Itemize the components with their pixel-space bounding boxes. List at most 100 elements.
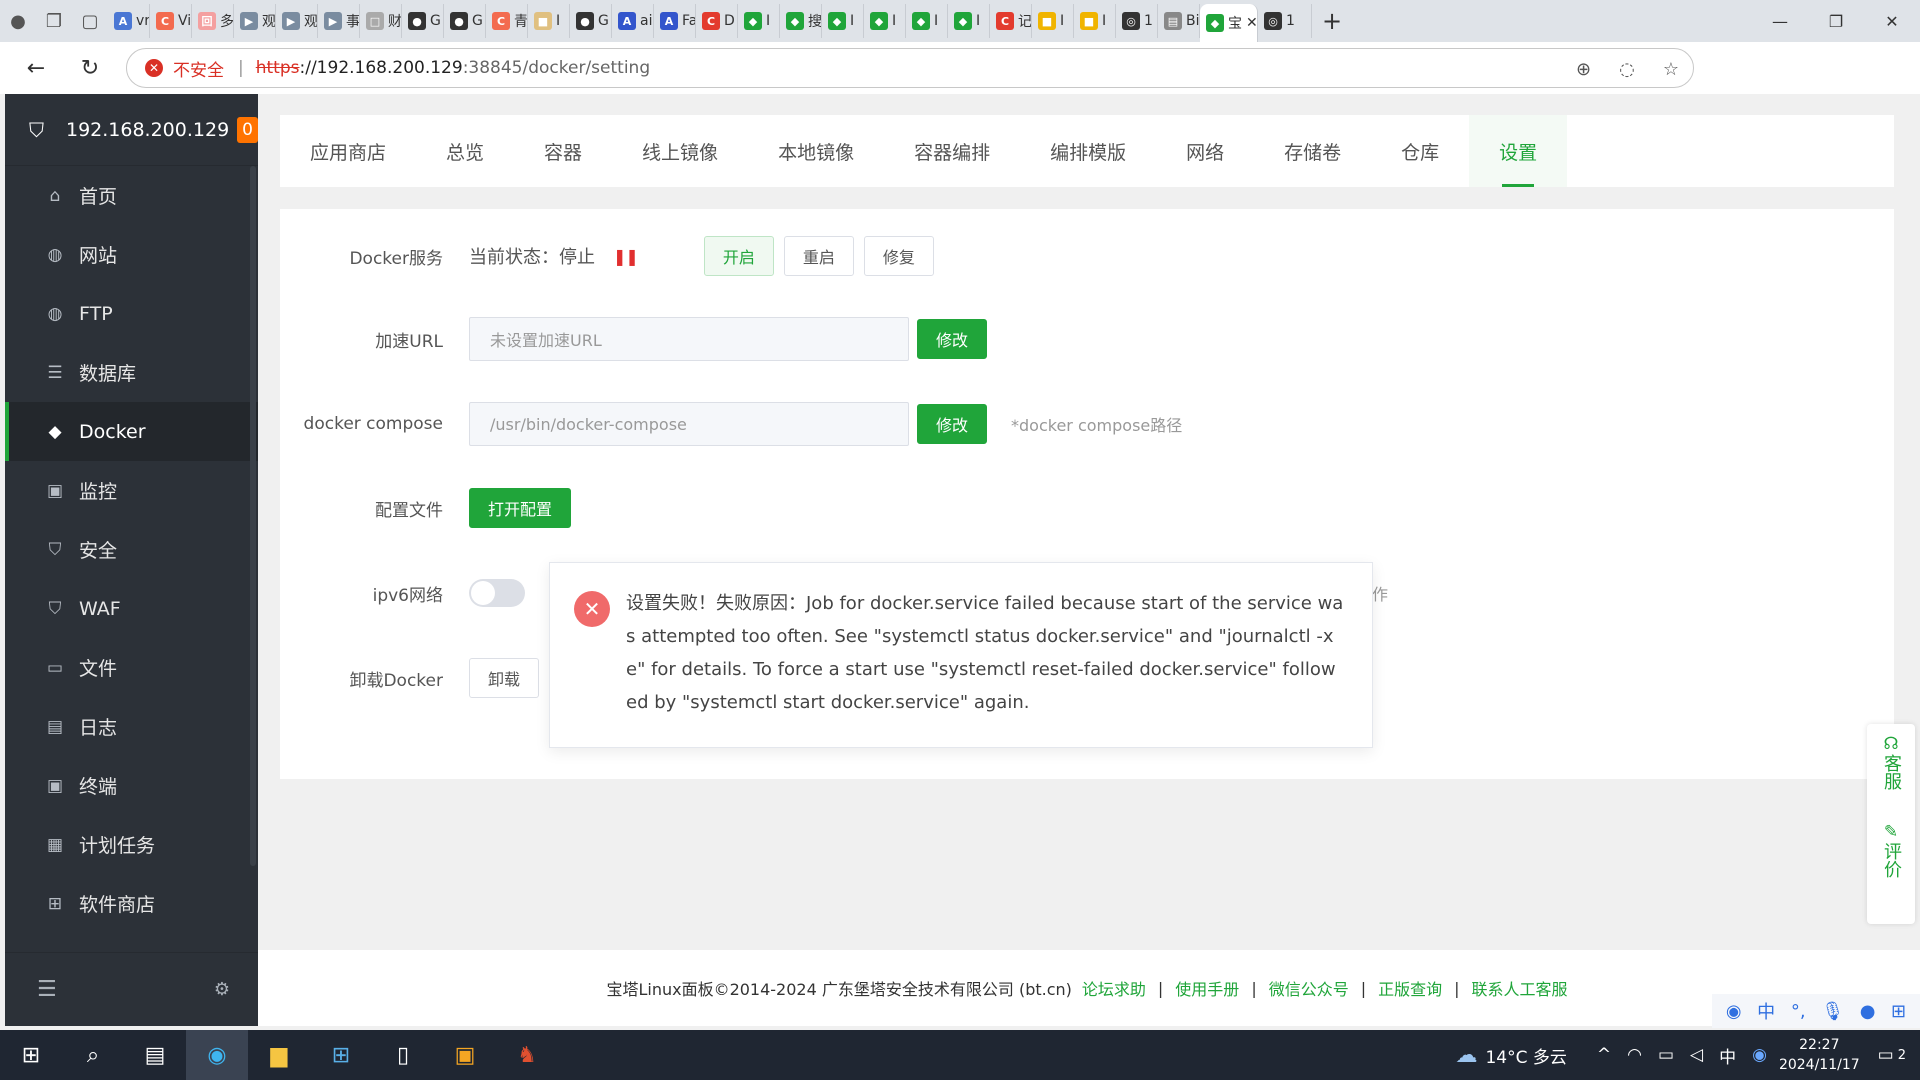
sidebar-item-globe[interactable]: ◍ 网站 [5, 225, 258, 284]
compose-path-save-button[interactable]: 修改 [917, 404, 988, 444]
notification-count[interactable]: 2 [1898, 1048, 1906, 1063]
ifly-logo-icon[interactable]: ◉ [1726, 1001, 1742, 1022]
browser-tab[interactable]: C记 [990, 4, 1032, 38]
browser-tab[interactable]: ◆ I [822, 4, 864, 38]
sidebar-item-shield[interactable]: ⛉ 安全 [5, 520, 258, 579]
settings-gear-icon[interactable]: ⚙ [214, 979, 230, 1000]
sidebar-item-log[interactable]: ▤ 日志 [5, 697, 258, 756]
not-secure-icon[interactable]: ✕ [145, 59, 163, 77]
docker-tab[interactable]: 本地镜像 [748, 115, 884, 187]
tray-expand-icon[interactable]: ^ [1597, 1045, 1611, 1065]
docker-tab[interactable]: 容器 [514, 115, 612, 187]
browser-tab[interactable]: A Fa [654, 4, 696, 38]
repair-button[interactable]: 修复 [863, 236, 934, 276]
docker-tab[interactable]: 设置 [1469, 115, 1568, 187]
sidebar-item-monitor[interactable]: ▣ 监控 [5, 461, 258, 520]
zoom-icon[interactable]: ⊕ [1576, 59, 1591, 80]
browser-tab[interactable]: ◆ I [906, 4, 948, 38]
apps-grid-icon[interactable]: ⊞ [1891, 1001, 1906, 1022]
url-input[interactable]: ✕ 不安全 | https://192.168.200.129:38845/do… [126, 48, 1694, 88]
footer-link[interactable]: 论坛求助 [1082, 976, 1146, 1000]
app-icon[interactable]: ♞ [496, 1030, 558, 1080]
sidebar-item-folder[interactable]: ▭ 文件 [5, 638, 258, 697]
customer-service-button[interactable]: ☊ 客服 [1881, 734, 1902, 790]
browser-tab[interactable]: C Vi [150, 4, 192, 38]
close-window-icon[interactable]: ✕ [1864, 0, 1920, 42]
punctuation-icon[interactable]: °, [1791, 1001, 1806, 1022]
footer-link[interactable]: 微信公众号 [1269, 976, 1349, 1000]
restart-button[interactable]: 重启 [783, 236, 854, 276]
minimize-icon[interactable]: — [1752, 0, 1808, 42]
browser-tab[interactable]: ▶ 观 [234, 4, 276, 38]
not-secure-label[interactable]: 不安全 [173, 56, 224, 81]
browser-tab[interactable]: ▶ 观 [276, 4, 318, 38]
browser-tab[interactable]: ◆ 搜 [780, 4, 822, 38]
footer-link[interactable]: 正版查询 [1378, 976, 1442, 1000]
workspaces-icon[interactable]: ❐ [36, 3, 72, 39]
browser-tab[interactable]: ● G [444, 4, 486, 38]
open-config-button[interactable]: 打开配置 [469, 488, 572, 528]
notification-badge[interactable]: 0 [237, 116, 258, 143]
profile-icon[interactable]: ● [0, 3, 36, 39]
start-button[interactable]: 开启 [703, 236, 774, 276]
docker-tab[interactable]: 线上镜像 [612, 115, 748, 187]
sidebar-item-home[interactable]: ⌂ 首页 [5, 166, 258, 225]
weather-icon[interactable]: ☁ [1455, 1043, 1477, 1068]
docker-tab[interactable]: 编排模版 [1020, 115, 1156, 187]
browser-tab[interactable]: ▤ Bi [1158, 4, 1200, 38]
file-explorer-icon[interactable]: ▆ [248, 1030, 310, 1080]
docker-tab[interactable]: 总览 [416, 115, 514, 187]
docker-tab[interactable]: 应用商店 [280, 115, 416, 187]
weather-text[interactable]: 14°C 多云 [1485, 1043, 1566, 1068]
mirror-url-input[interactable]: 未设置加速URL [469, 317, 909, 361]
search-icon[interactable]: ⌕ [62, 1030, 124, 1080]
browser-tab[interactable]: ■ I [1032, 4, 1074, 38]
tab-actions-icon[interactable]: ▢ [72, 3, 108, 39]
browser-tab[interactable]: ◆ I [864, 4, 906, 38]
browser-tab[interactable]: ■ I [1074, 4, 1116, 38]
microphone-icon[interactable]: 🎙 [1821, 1001, 1844, 1022]
refresh-icon[interactable]: ↻ [64, 46, 116, 90]
compose-path-input[interactable]: /usr/bin/docker-compose [469, 402, 909, 446]
mirror-url-save-button[interactable]: 修改 [917, 319, 988, 359]
browser-tab[interactable]: ◎ 1 [1116, 4, 1158, 38]
browser-tab[interactable]: ◎ 1 [1258, 4, 1312, 38]
browser-tab-active[interactable]: ◆ 宝 ✕ [1200, 4, 1258, 42]
docker-tab[interactable]: 存储卷 [1254, 115, 1371, 187]
browser-tab[interactable]: ■ I [528, 4, 570, 38]
battery-icon[interactable]: ▭ [1658, 1045, 1674, 1065]
review-button[interactable]: ✎ 评价 [1881, 822, 1902, 878]
sidebar-item-docker[interactable]: ◆ Docker [5, 402, 258, 461]
input-language[interactable]: 中 [1719, 1043, 1736, 1068]
microsoft-store-icon[interactable]: ⊞ [310, 1030, 372, 1080]
docker-tab[interactable]: 仓库 [1371, 115, 1469, 187]
favorite-star-icon[interactable]: ☆ [1663, 59, 1679, 80]
vmware-icon[interactable]: ▣ [434, 1030, 496, 1080]
notification-icon[interactable]: ▭ [1878, 1045, 1894, 1065]
browser-tab[interactable]: ▶ 事 [318, 4, 360, 38]
notepad-icon[interactable]: ▯ [372, 1030, 434, 1080]
read-aloud-icon[interactable]: ◌ [1619, 59, 1635, 80]
browser-tab[interactable]: □ 财 [360, 4, 402, 38]
sidebar-item-terminal[interactable]: ▣ 终端 [5, 756, 258, 815]
docker-tab[interactable]: 容器编排 [884, 115, 1020, 187]
browser-tab[interactable]: ● G [570, 4, 612, 38]
uninstall-button[interactable]: 卸载 [469, 658, 540, 698]
sidebar-item-database[interactable]: ☰ 数据库 [5, 343, 258, 402]
task-view-icon[interactable]: ▤ [124, 1030, 186, 1080]
user-icon[interactable]: ● [1860, 1001, 1876, 1022]
sidebar-scrollbar[interactable] [250, 166, 256, 866]
browser-tab[interactable]: Avr [108, 4, 150, 38]
footer-link[interactable]: 联系人工客服 [1472, 976, 1568, 1000]
network-icon[interactable]: ◠ [1627, 1045, 1642, 1065]
browser-tab[interactable]: ● G [402, 4, 444, 38]
browser-tab[interactable]: ◆ I [738, 4, 780, 38]
ime-language[interactable]: 中 [1757, 998, 1775, 1024]
restore-icon[interactable]: ❐ [1808, 0, 1864, 42]
browser-tab[interactable]: CD [696, 4, 738, 38]
clock[interactable]: 22:27 2024/11/17 [1779, 1035, 1860, 1075]
ipv6-toggle[interactable] [469, 579, 525, 607]
sidebar-item-waf-shield[interactable]: ⛉ WAF [5, 579, 258, 638]
docker-tab[interactable]: 网络 [1156, 115, 1254, 187]
browser-tab[interactable]: ◆ I [948, 4, 990, 38]
